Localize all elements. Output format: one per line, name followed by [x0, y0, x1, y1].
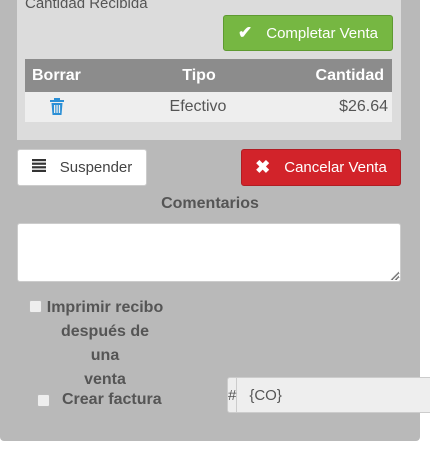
payments-table-header: Borrar Tipo Cantidad: [25, 59, 392, 92]
create-invoice-checkbox[interactable]: [37, 394, 50, 407]
trash-icon[interactable]: [49, 98, 65, 116]
table-row: Efectivo $26.64: [25, 92, 392, 122]
print-receipt-label: Imprimir recibo después de una venta: [45, 296, 165, 392]
print-receipt-checkbox[interactable]: [29, 300, 42, 313]
close-icon: ✖: [255, 157, 271, 177]
complete-sale-label: Completar Venta: [266, 24, 378, 42]
complete-sale-button[interactable]: ✔ Completar Venta: [223, 15, 393, 51]
comments-textarea[interactable]: [17, 223, 401, 282]
print-receipt-label-line: Imprimir recibo: [46, 299, 164, 316]
print-receipt-label-line: después de una: [60, 323, 150, 364]
column-type: Tipo: [182, 67, 216, 84]
amount-received-label: Cantidad Recibida: [25, 0, 148, 12]
hash-addon: #: [227, 377, 238, 413]
resize-grip-icon[interactable]: [390, 271, 399, 280]
suspend-label: Suspender: [59, 159, 133, 176]
list-icon: [31, 159, 46, 176]
sale-panel: Cantidad Recibida ✔ Completar Venta Borr…: [0, 0, 430, 441]
comments-label: Comentarios: [161, 195, 259, 212]
column-amount: Cantidad: [315, 67, 384, 84]
payment-type: Efectivo: [169, 98, 227, 115]
create-invoice-label: Crear factura: [62, 391, 162, 408]
invoice-number-group: #: [227, 377, 430, 413]
cancel-sale-label: Cancelar Venta: [284, 159, 387, 176]
checkmark-icon: ✔: [238, 23, 253, 42]
suspend-button[interactable]: Suspender: [17, 149, 147, 186]
print-receipt-label-line: venta: [84, 371, 126, 388]
payments-table: Borrar Tipo Cantidad Efectivo $26.64: [25, 59, 392, 122]
column-delete: Borrar: [32, 67, 81, 84]
cancel-sale-button[interactable]: ✖ Cancelar Venta: [241, 149, 401, 186]
invoice-number-input[interactable]: [237, 377, 430, 413]
payment-amount: $26.64: [339, 98, 388, 115]
